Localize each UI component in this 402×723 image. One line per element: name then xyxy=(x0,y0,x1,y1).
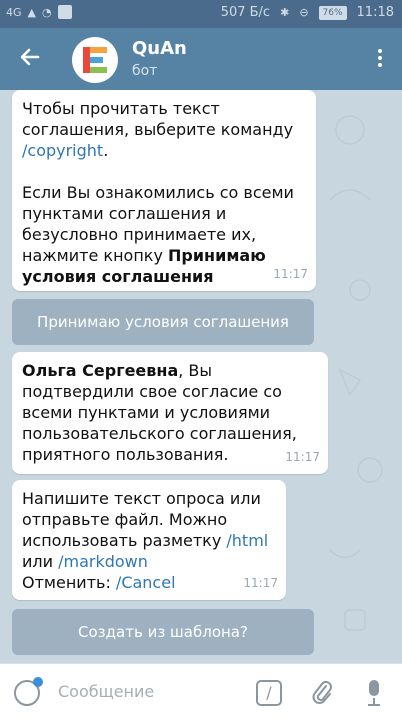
clock: 11:18 xyxy=(356,5,394,20)
command-link-markdown[interactable]: /markdown xyxy=(58,552,148,571)
chat-area[interactable]: Чтобы прочитать текст соглашения, выбери… xyxy=(0,90,402,663)
message-text: Отменить: /Cancel xyxy=(22,572,276,593)
signal-icon: ▲ xyxy=(27,5,36,19)
bluetooth-icon: ✱ xyxy=(280,6,290,19)
user-name-bold: Ольга Сергеевна xyxy=(22,361,179,380)
message-bubble: Напишите текст опроса или отправьте файл… xyxy=(12,480,286,600)
dnd-icon: ⊖ xyxy=(299,6,309,19)
network-indicator: 4G xyxy=(6,5,22,19)
message-text: Если Вы ознакомились со всеми пунктами с… xyxy=(22,182,306,287)
message-input[interactable]: Сообщение xyxy=(58,682,154,701)
accept-agreement-button[interactable]: Принимаю условия соглашения xyxy=(12,299,314,345)
message-time: 11:17 xyxy=(285,450,320,464)
status-bar: 4G ▲ ◔ 507 Б/с ✱ ⊖ 76% 11:18 xyxy=(0,0,402,28)
speed-indicator: 507 Б/с xyxy=(220,5,271,20)
input-bar: Сообщение / xyxy=(0,663,402,723)
message-text-part: или xyxy=(22,552,59,571)
notification-icon xyxy=(57,5,72,19)
chat-title[interactable]: QuAn xyxy=(132,38,187,59)
message-text-part: Чтобы прочитать текст соглашения, выбери… xyxy=(22,99,294,139)
message-text: Чтобы прочитать текст соглашения, выбери… xyxy=(22,98,306,161)
command-link-html[interactable]: /html xyxy=(226,531,268,550)
message-bubble: Ольга Сергеевна, Вы подтвердили свое сог… xyxy=(12,352,328,474)
chat-subtitle: бот xyxy=(132,63,158,79)
bot-avatar[interactable] xyxy=(72,37,118,83)
battery-indicator: 76% xyxy=(318,5,347,20)
message-bubble: Чтобы прочитать текст соглашения, выбери… xyxy=(12,90,316,291)
message-time: 11:17 xyxy=(243,576,278,590)
command-link-cancel[interactable]: /Cancel xyxy=(116,573,176,592)
command-link-copyright[interactable]: /copyright xyxy=(22,141,103,160)
message-text: Напишите текст опроса или отправьте файл… xyxy=(22,488,276,572)
emoji-icon[interactable] xyxy=(14,677,43,706)
notification-dot xyxy=(33,677,43,687)
create-from-template-button[interactable]: Создать из шаблона? xyxy=(12,609,314,655)
paperclip-icon[interactable] xyxy=(310,678,334,708)
bot-commands-icon[interactable]: / xyxy=(256,680,282,706)
message-text-part: Отменить: xyxy=(22,573,116,592)
wifi-icon: ◔ xyxy=(42,5,52,19)
microphone-icon[interactable] xyxy=(364,678,384,710)
message-text-part: . xyxy=(103,141,109,160)
bot-logo-icon xyxy=(83,47,107,73)
message-time: 11:17 xyxy=(273,267,308,281)
app-bar: QuAn бот xyxy=(0,28,402,90)
back-arrow-icon[interactable] xyxy=(16,43,48,75)
message-text: Ольга Сергеевна, Вы подтвердили свое сог… xyxy=(22,360,318,465)
more-options-icon[interactable] xyxy=(372,46,388,74)
